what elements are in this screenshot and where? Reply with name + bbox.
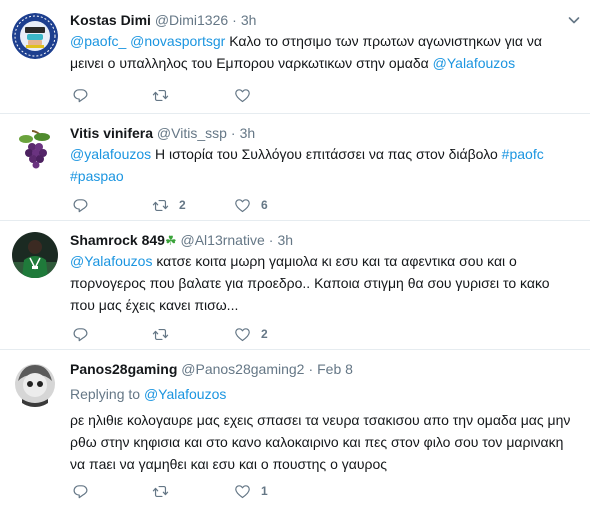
separator-dot: ·	[230, 125, 236, 141]
tweet-4[interactable]: Panos28gaming @Panos28gaming2 · Feb 8 Repl…	[0, 350, 590, 509]
tweet-body: Η ιστορία του Συλλόγου επιτάσσει να πας …	[155, 146, 498, 162]
retweet-button[interactable]	[152, 482, 179, 500]
avatar[interactable]	[12, 232, 58, 278]
retweet-icon	[152, 197, 169, 214]
user-handle[interactable]: @Vitis_ssp	[157, 125, 227, 141]
mention-link[interactable]: @Yalafouzos	[433, 55, 515, 71]
timestamp[interactable]: 3h	[241, 12, 257, 28]
reply-icon	[72, 483, 89, 500]
reply-button[interactable]	[72, 482, 99, 500]
shamrock-emoji: ☘	[164, 233, 177, 248]
retweet-icon	[152, 483, 169, 500]
user-handle[interactable]: @Panos28gaming2	[181, 361, 304, 377]
like-count: 1	[261, 484, 268, 498]
display-name[interactable]: Kostas Dimi	[70, 12, 151, 28]
reply-icon	[72, 87, 89, 104]
like-button[interactable]: 1	[234, 482, 268, 500]
mention-link[interactable]: @Yalafouzos	[144, 386, 226, 402]
tweet-text: @yalafouzos Η ιστορία του Συλλόγου επιτά…	[70, 143, 576, 187]
timestamp[interactable]: 3h	[277, 232, 293, 248]
tweet-body: ρε ηλιθιε κολογαυρε μας εχεις σπασει τα …	[70, 412, 571, 472]
user-handle[interactable]: @Al13rnative	[181, 232, 265, 248]
timestamp[interactable]: Feb 8	[317, 361, 353, 377]
tweet-3[interactable]: Shamrock 849☘ @Al13rnative · 3h @Yalafouzo…	[0, 221, 590, 350]
reply-button[interactable]	[72, 86, 99, 104]
chevron-down-icon[interactable]	[566, 12, 582, 28]
hashtag-link[interactable]: #paofc	[502, 146, 544, 162]
like-button[interactable]: 6	[234, 196, 268, 214]
like-button[interactable]	[234, 86, 261, 104]
retweet-button[interactable]	[152, 86, 179, 104]
retweet-icon	[152, 326, 169, 343]
hashtag-link[interactable]: #paspao	[70, 168, 124, 184]
separator-dot: ·	[308, 361, 314, 377]
like-button[interactable]: 2	[234, 325, 268, 343]
retweet-button[interactable]	[152, 325, 179, 343]
reply-icon	[72, 197, 89, 214]
avatar[interactable]	[12, 361, 58, 407]
avatar[interactable]	[12, 125, 58, 171]
like-icon	[234, 87, 251, 104]
like-icon	[234, 483, 251, 500]
retweet-icon	[152, 87, 169, 104]
tweet-text: @Yalafouzos κατσε κοιτα μωρη γαμιολα κι …	[70, 250, 576, 316]
mention-link[interactable]: @Yalafouzos	[70, 253, 152, 269]
reply-icon	[72, 326, 89, 343]
tweet-1[interactable]: Kostas Dimi @Dimi1326 · 3h @paofc_ @novasp…	[0, 0, 590, 114]
tweet-text: @paofc_ @novasportsgr Καλο το στησιμο τω…	[70, 30, 576, 74]
reply-button[interactable]	[72, 325, 99, 343]
user-handle[interactable]: @Dimi1326	[155, 12, 228, 28]
separator-dot: ·	[232, 12, 237, 28]
mention-link[interactable]: @novasportsgr	[130, 33, 225, 49]
replying-to: Replying to @Yalafouzos	[70, 384, 576, 404]
like-icon	[234, 326, 251, 343]
mention-link[interactable]: @yalafouzos	[70, 146, 151, 162]
like-count: 2	[261, 327, 268, 341]
display-name[interactable]: Shamrock 849	[70, 232, 165, 248]
display-name[interactable]: Vitis vinifera	[70, 125, 153, 141]
mention-link[interactable]: @paofc_	[70, 33, 126, 49]
reply-button[interactable]	[72, 196, 99, 214]
display-name[interactable]: Panos28gaming	[70, 361, 177, 377]
tweet-text: ρε ηλιθιε κολογαυρε μας εχεις σπασει τα …	[70, 409, 576, 475]
separator-dot: ·	[268, 232, 274, 248]
retweet-count: 2	[179, 198, 186, 212]
timestamp[interactable]: 3h	[240, 125, 256, 141]
replying-to-label: Replying to	[70, 386, 141, 402]
retweet-button[interactable]: 2	[152, 196, 186, 214]
avatar[interactable]	[12, 13, 58, 59]
like-count: 6	[261, 198, 268, 212]
tweet-2[interactable]: Vitis vinifera @Vitis_ssp · 3h @yalafouzos…	[0, 114, 590, 221]
like-icon	[234, 197, 251, 214]
